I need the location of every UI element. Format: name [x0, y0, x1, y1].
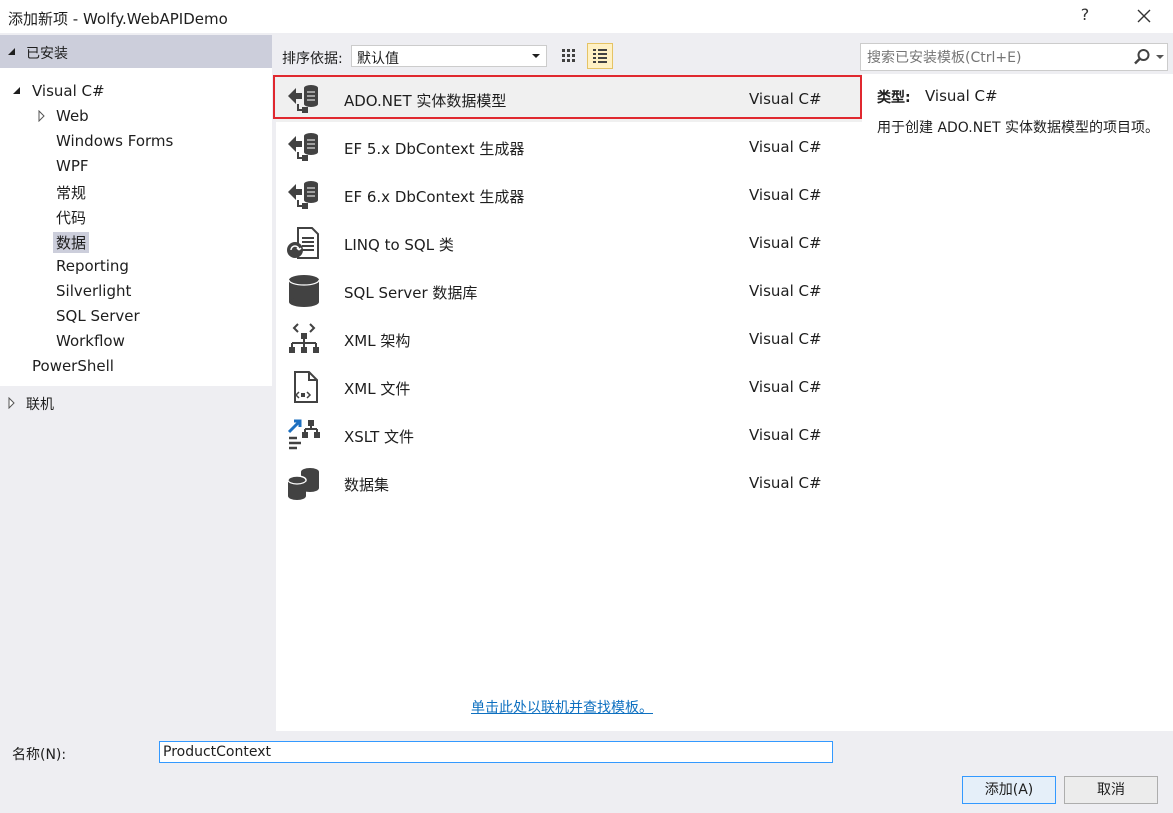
chevron-down-icon	[532, 54, 540, 58]
entity-model-icon	[288, 133, 318, 161]
template-type: Visual C#	[749, 138, 822, 156]
template-type: Visual C#	[749, 426, 822, 444]
cancel-button[interactable]: 取消	[1064, 776, 1158, 804]
search-icon[interactable]	[1133, 48, 1151, 66]
find-templates-online-link[interactable]: 单击此处以联机并查找模板。	[471, 697, 653, 717]
template-row-xml-schema[interactable]: XML 架构 Visual C#	[276, 314, 862, 362]
sort-value: 默认值	[357, 51, 399, 67]
template-type: Visual C#	[749, 90, 822, 108]
tree-item-visual-csharp[interactable]: Visual C#	[29, 82, 108, 100]
tree-item-sql-server[interactable]: SQL Server	[53, 307, 143, 325]
template-name: 数据集	[344, 476, 390, 494]
search-box[interactable]	[860, 43, 1168, 71]
tree-item-code[interactable]: 代码	[53, 207, 89, 228]
installed-header[interactable]: 已安装	[0, 35, 272, 68]
entity-model-icon	[288, 181, 318, 209]
close-button[interactable]	[1130, 2, 1158, 30]
template-name: EF 6.x DbContext 生成器	[344, 188, 525, 206]
help-button[interactable]: ?	[1073, 5, 1097, 29]
tree-item-powershell[interactable]: PowerShell	[29, 357, 117, 375]
template-name: XML 文件	[344, 380, 411, 398]
template-row-dataset[interactable]: 数据集 Visual C#	[276, 458, 862, 506]
template-row-xml-file[interactable]: XML 文件 Visual C#	[276, 362, 862, 410]
footer: 名称(N): 添加(A) 取消	[0, 733, 1173, 813]
tree-item-online[interactable]: 联机	[23, 394, 57, 414]
template-row-ef5-dbcontext[interactable]: EF 5.x DbContext 生成器 Visual C#	[276, 122, 862, 170]
linq-to-sql-icon	[287, 227, 319, 259]
template-row-sql-server-database[interactable]: SQL Server 数据库 Visual C#	[276, 266, 862, 314]
name-label: 名称(N):	[12, 747, 67, 763]
collapsed-arrow-icon	[8, 397, 15, 409]
template-type: Visual C#	[749, 234, 822, 252]
template-row-xslt-file[interactable]: XSLT 文件 Visual C#	[276, 410, 862, 458]
grid-view-button[interactable]	[556, 43, 582, 69]
entity-model-icon	[288, 85, 318, 113]
tree-item-wpf[interactable]: WPF	[53, 157, 92, 175]
template-row-ado-net-entity-model[interactable]: ADO.NET 实体数据模型 Visual C#	[273, 74, 862, 122]
sort-select[interactable]: 默认值	[351, 45, 547, 67]
expand-arrow-icon	[8, 48, 15, 55]
template-name: EF 5.x DbContext 生成器	[344, 140, 525, 158]
template-description: 用于创建 ADO.NET 实体数据模型的项目项。	[877, 120, 1160, 136]
tree-item-web[interactable]: Web	[53, 107, 92, 125]
dataset-icon	[287, 468, 319, 500]
expand-arrow-icon	[13, 87, 20, 94]
xslt-file-icon	[287, 419, 320, 450]
tree-item-data[interactable]: 数据	[53, 232, 90, 253]
collapsed-arrow-icon	[38, 110, 45, 122]
template-type: Visual C#	[749, 474, 822, 492]
template-name: SQL Server 数据库	[344, 284, 478, 302]
sort-label: 排序依据:	[282, 51, 343, 67]
list-view-icon	[593, 49, 607, 63]
search-input[interactable]	[865, 47, 1124, 69]
xml-schema-icon	[289, 323, 319, 353]
window-title: 添加新项 - Wolfy.WebAPIDemo	[8, 10, 228, 28]
details-pane: 类型: Visual C# 用于创建 ADO.NET 实体数据模型的项目项。	[862, 74, 1173, 731]
tree-item-general[interactable]: 常规	[53, 182, 89, 203]
template-row-ef6-dbcontext[interactable]: EF 6.x DbContext 生成器 Visual C#	[276, 170, 862, 218]
template-row-linq-to-sql[interactable]: LINQ to SQL 类 Visual C#	[276, 218, 862, 266]
close-icon	[1137, 9, 1151, 23]
tree-item-workflow[interactable]: Workflow	[53, 332, 128, 350]
category-tree: Visual C# Web Windows Forms WPF 常规 代码 数据…	[0, 68, 272, 386]
search-options-chevron-icon[interactable]	[1156, 55, 1164, 59]
add-button[interactable]: 添加(A)	[962, 776, 1056, 804]
database-icon	[288, 275, 320, 307]
tree-item-reporting[interactable]: Reporting	[53, 257, 132, 275]
list-view-button[interactable]	[587, 43, 613, 69]
type-label: 类型:	[877, 90, 911, 106]
template-list: ADO.NET 实体数据模型 Visual C# EF 5.x DbContex…	[273, 74, 863, 731]
template-type: Visual C#	[749, 282, 822, 300]
name-field[interactable]	[159, 741, 833, 763]
tree-item-windows-forms[interactable]: Windows Forms	[53, 132, 176, 150]
template-name: XML 架构	[344, 332, 411, 350]
template-type: Visual C#	[749, 330, 822, 348]
type-value: Visual C#	[925, 87, 998, 105]
title-bar: 添加新项 - Wolfy.WebAPIDemo ?	[0, 0, 1173, 33]
template-name: ADO.NET 实体数据模型	[344, 92, 507, 110]
template-name: XSLT 文件	[344, 428, 415, 446]
grid-view-icon	[562, 49, 575, 62]
template-name: LINQ to SQL 类	[344, 236, 454, 254]
template-type: Visual C#	[749, 378, 822, 396]
template-toolbar: 排序依据: 默认值	[274, 40, 862, 72]
category-pane: 已安装 Visual C# Web Windows Forms WPF 常规 代…	[0, 35, 272, 731]
xml-file-icon	[294, 371, 318, 403]
template-type: Visual C#	[749, 186, 822, 204]
installed-label: 已安装	[26, 46, 68, 62]
tree-item-silverlight[interactable]: Silverlight	[53, 282, 134, 300]
